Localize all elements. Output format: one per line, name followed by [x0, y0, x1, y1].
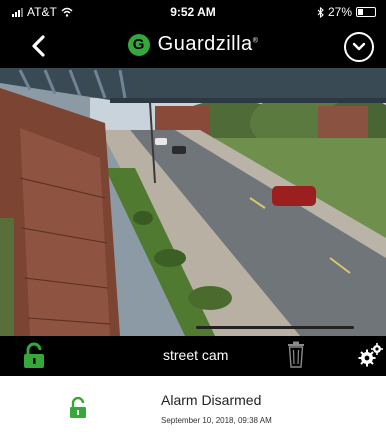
battery-percent: 27% — [327, 5, 352, 19]
unlocked-padlock-icon — [24, 342, 44, 368]
chevron-down-circle-icon — [352, 42, 366, 51]
brand-name: Guardzilla® — [158, 33, 259, 56]
camera-control-bar: street cam — [0, 336, 386, 376]
guardzilla-logo-icon: G — [127, 33, 150, 56]
guardzilla-app: AT&T 9:52 AM 27% G Guardzilla® street ca… — [0, 0, 386, 434]
alarm-timestamp: September 10, 2018, 09:38 AM — [161, 416, 272, 425]
delete-button[interactable] — [287, 341, 305, 369]
street-scene-image — [0, 68, 386, 336]
trash-icon — [288, 341, 304, 368]
bluetooth-icon — [317, 6, 324, 18]
battery-fill — [358, 9, 363, 15]
brand-mark: ® — [252, 37, 259, 45]
alarm-event-row[interactable]: Alarm Disarmed September 10, 2018, 09:38… — [0, 376, 386, 434]
camera-name: street cam — [163, 347, 229, 363]
menu-button[interactable] — [344, 32, 374, 62]
lock-toggle-button[interactable] — [22, 342, 48, 370]
video-progress-bar[interactable] — [196, 326, 354, 329]
status-bar: AT&T 9:52 AM 27% — [0, 0, 386, 24]
battery-icon — [356, 7, 376, 17]
settings-button[interactable] — [358, 342, 384, 368]
brand-name-text: Guardzilla — [157, 33, 253, 55]
alarm-status: Alarm Disarmed — [161, 392, 262, 408]
brand-logo: G Guardzilla® — [0, 33, 386, 56]
camera-feed[interactable] — [0, 68, 386, 336]
battery-group: 27% — [317, 5, 376, 19]
nav-bar: G Guardzilla® — [0, 24, 386, 68]
unlocked-padlock-icon — [70, 397, 86, 418]
gear-icon — [358, 343, 383, 367]
